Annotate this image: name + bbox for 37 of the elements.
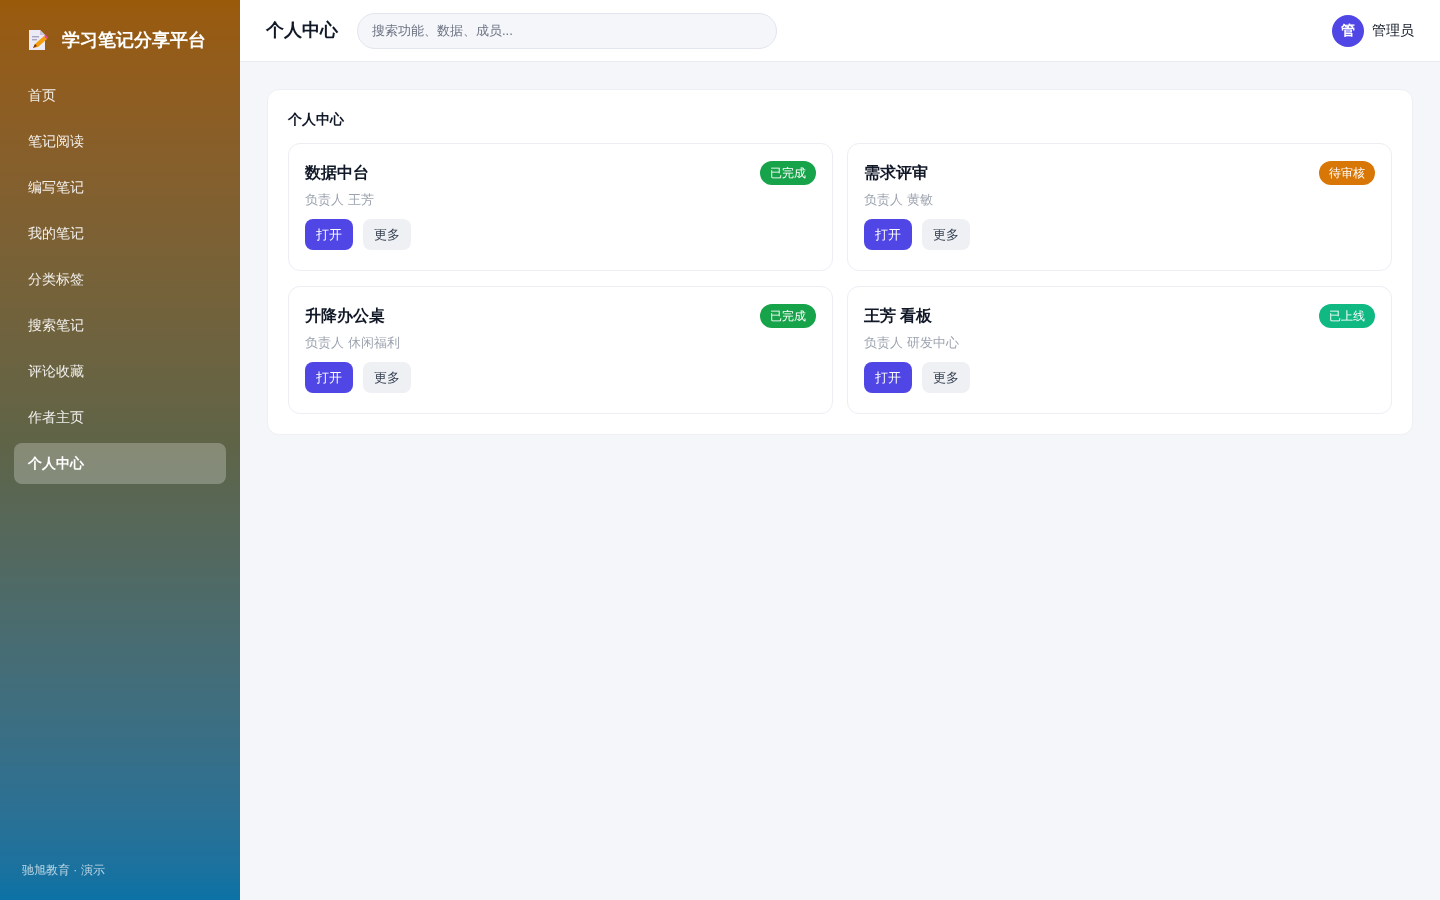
status-badge: 已完成: [760, 304, 816, 328]
panel-title: 个人中心: [288, 110, 345, 129]
nav-item[interactable]: 作者主页: [14, 397, 226, 438]
status-badge: 待审核: [1319, 161, 1375, 185]
card-title: 王芳 看板: [864, 306, 933, 326]
footer-text: 驰旭教育 · 演示: [21, 862, 106, 879]
owner-text: 负责人 王芳: [305, 191, 375, 209]
open-button[interactable]: 打开: [864, 219, 912, 250]
nav-item[interactable]: 搜索笔记: [14, 305, 226, 346]
more-button[interactable]: 更多: [363, 362, 411, 393]
owner-text: 负责人 休闲福利: [305, 334, 401, 352]
owner-text: 负责人 黄敏: [864, 191, 934, 209]
card-title: 需求评审: [864, 163, 928, 183]
nav-item[interactable]: 我的笔记: [14, 213, 226, 254]
nav-item[interactable]: 分类标签: [14, 259, 226, 300]
nav-item[interactable]: 评论收藏: [14, 351, 226, 392]
nav-item[interactable]: 个人中心: [14, 443, 226, 484]
owner-text: 负责人 研发中心: [864, 334, 960, 352]
page-title: 个人中心: [266, 19, 338, 42]
open-button[interactable]: 打开: [305, 362, 353, 393]
nav-item[interactable]: 笔记阅读: [14, 121, 226, 162]
status-badge: 已完成: [760, 161, 816, 185]
nav-item[interactable]: 首页: [14, 75, 226, 116]
brand-title: 学习笔记分享平台: [62, 28, 206, 52]
card-title: 数据中台: [305, 163, 369, 183]
user-avatar[interactable]: 管: [1332, 14, 1364, 47]
user-name: 管理员: [1372, 21, 1414, 40]
open-button[interactable]: 打开: [864, 362, 912, 393]
open-button[interactable]: 打开: [305, 219, 353, 250]
search-field[interactable]: 搜索功能、数据、成员...: [357, 12, 777, 49]
more-button[interactable]: 更多: [363, 219, 411, 250]
more-button[interactable]: 更多: [922, 219, 970, 250]
status-badge: 已上线: [1319, 304, 1375, 328]
card-title: 升降办公桌: [305, 306, 385, 326]
note-pencil-icon: [28, 29, 48, 51]
nav-item[interactable]: 编写笔记: [14, 167, 226, 208]
more-button[interactable]: 更多: [922, 362, 970, 393]
